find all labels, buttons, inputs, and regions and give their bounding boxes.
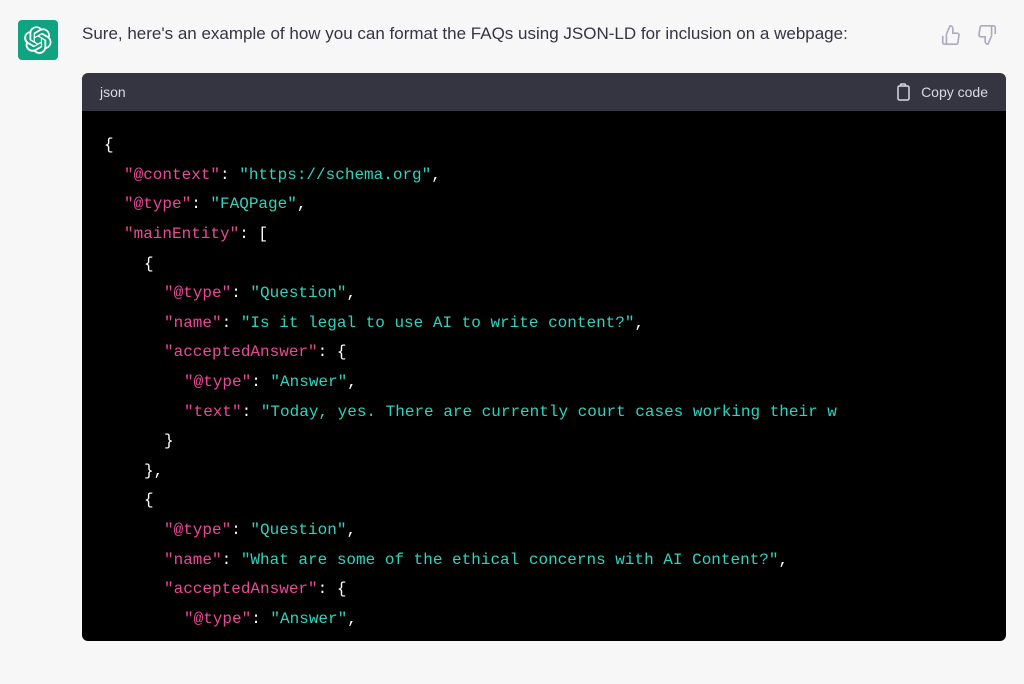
code-header: json Copy code: [82, 73, 1006, 111]
openai-logo-icon: [24, 26, 52, 54]
code-block: json Copy code {"@context": "https://sch…: [82, 73, 1006, 641]
code-content[interactable]: {"@context": "https://schema.org","@type…: [82, 111, 1006, 641]
copy-code-label: Copy code: [921, 84, 988, 100]
code-language-label: json: [100, 84, 126, 100]
message-content: Sure, here's an example of how you can f…: [82, 20, 1006, 641]
clipboard-icon: [895, 83, 911, 101]
thumbs-down-icon: [976, 24, 998, 46]
message-text: Sure, here's an example of how you can f…: [82, 20, 1006, 47]
thumbs-up-icon: [940, 24, 962, 46]
assistant-message: Sure, here's an example of how you can f…: [18, 20, 1006, 641]
feedback-controls: [940, 24, 998, 46]
thumbs-down-button[interactable]: [976, 24, 998, 46]
thumbs-up-button[interactable]: [940, 24, 962, 46]
copy-code-button[interactable]: Copy code: [895, 83, 988, 101]
assistant-avatar: [18, 20, 58, 60]
